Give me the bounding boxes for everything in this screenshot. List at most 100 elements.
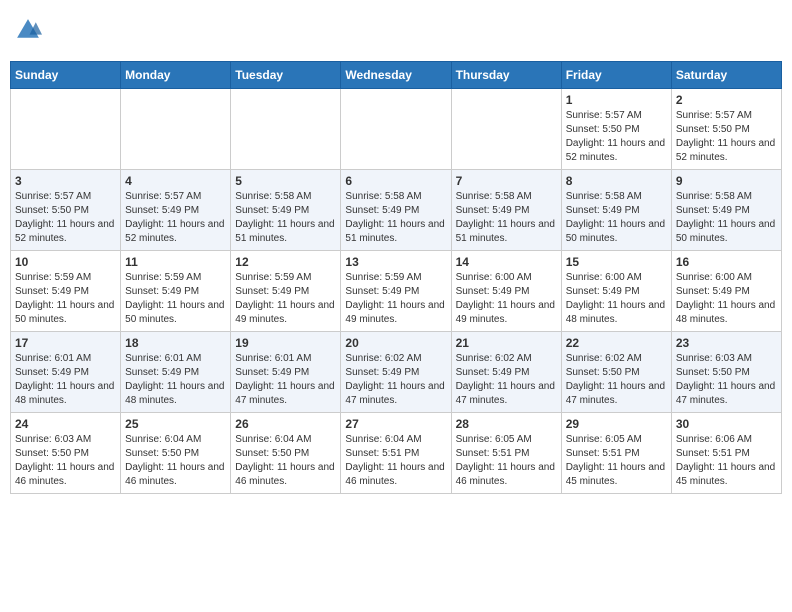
calendar-header-row: SundayMondayTuesdayWednesdayThursdayFrid…: [11, 62, 782, 89]
day-info: Sunrise: 6:01 AM Sunset: 5:49 PM Dayligh…: [15, 352, 116, 408]
calendar-cell: 8 Sunrise: 5:58 AM Sunset: 5:49 PM Daylig…: [561, 170, 671, 251]
day-info: Sunrise: 5:58 AM Sunset: 5:49 PM Dayligh…: [345, 190, 446, 246]
day-number: 16: [676, 255, 777, 269]
calendar-cell: 14Sunrise: 6:00 AM Sunset: 5:49 PM Dayli…: [451, 251, 561, 332]
day-number: 23: [676, 336, 777, 350]
calendar-cell: 22Sunrise: 6:02 AM Sunset: 5:50 PM Dayli…: [561, 332, 671, 413]
calendar-header-tuesday: Tuesday: [231, 62, 341, 89]
day-info: Sunrise: 6:02 AM Sunset: 5:49 PM Dayligh…: [456, 352, 557, 408]
calendar-cell: [341, 89, 451, 170]
calendar-cell: [11, 89, 121, 170]
day-number: 25: [125, 417, 226, 431]
calendar-cell: 16Sunrise: 6:00 AM Sunset: 5:49 PM Dayli…: [671, 251, 781, 332]
calendar-week-4: 17 Sunrise: 6:01 AM Sunset: 5:49 PM Dayli…: [11, 332, 782, 413]
day-number: 6: [345, 174, 446, 188]
day-info: Sunrise: 5:57 AM Sunset: 5:49 PM Dayligh…: [125, 190, 226, 246]
day-info: Sunrise: 5:59 AM Sunset: 5:49 PM Dayligh…: [345, 271, 446, 327]
day-number: 17: [15, 336, 116, 350]
day-info: Sunrise: 5:58 AM Sunset: 5:49 PM Dayligh…: [235, 190, 336, 246]
calendar-cell: 10 Sunrise: 5:59 AM Sunset: 5:49 PM Dayli…: [11, 251, 121, 332]
calendar-cell: 17 Sunrise: 6:01 AM Sunset: 5:49 PM Dayli…: [11, 332, 121, 413]
day-info: Sunrise: 6:05 AM Sunset: 5:51 PM Dayligh…: [456, 433, 557, 489]
day-info: Sunrise: 6:02 AM Sunset: 5:49 PM Dayligh…: [345, 352, 446, 408]
day-number: 27: [345, 417, 446, 431]
day-info: Sunrise: 6:04 AM Sunset: 5:51 PM Dayligh…: [345, 433, 446, 489]
day-number: 22: [566, 336, 667, 350]
day-number: 11: [125, 255, 226, 269]
day-number: 7: [456, 174, 557, 188]
day-info: Sunrise: 6:01 AM Sunset: 5:49 PM Dayligh…: [235, 352, 336, 408]
calendar-table: SundayMondayTuesdayWednesdayThursdayFrid…: [10, 61, 782, 494]
day-number: 3: [15, 174, 116, 188]
day-info: Sunrise: 6:06 AM Sunset: 5:51 PM Dayligh…: [676, 433, 777, 489]
calendar-cell: 12 Sunrise: 5:59 AM Sunset: 5:49 PM Dayli…: [231, 251, 341, 332]
day-number: 30: [676, 417, 777, 431]
day-number: 18: [125, 336, 226, 350]
calendar-cell: 9 Sunrise: 5:58 AM Sunset: 5:49 PM Daylig…: [671, 170, 781, 251]
day-info: Sunrise: 6:04 AM Sunset: 5:50 PM Dayligh…: [125, 433, 226, 489]
day-info: Sunrise: 5:58 AM Sunset: 5:49 PM Dayligh…: [676, 190, 777, 246]
day-number: 21: [456, 336, 557, 350]
day-number: 5: [235, 174, 336, 188]
calendar-header-monday: Monday: [121, 62, 231, 89]
calendar-cell: 15 Sunrise: 6:00 AM Sunset: 5:49 PM Dayli…: [561, 251, 671, 332]
calendar-cell: 23 Sunrise: 6:03 AM Sunset: 5:50 PM Dayli…: [671, 332, 781, 413]
calendar-header-wednesday: Wednesday: [341, 62, 451, 89]
calendar-cell: 5 Sunrise: 5:58 AM Sunset: 5:49 PM Daylig…: [231, 170, 341, 251]
day-info: Sunrise: 5:58 AM Sunset: 5:49 PM Dayligh…: [456, 190, 557, 246]
day-info: Sunrise: 6:00 AM Sunset: 5:49 PM Dayligh…: [566, 271, 667, 327]
day-number: 12: [235, 255, 336, 269]
day-number: 15: [566, 255, 667, 269]
calendar-cell: 6 Sunrise: 5:58 AM Sunset: 5:49 PM Daylig…: [341, 170, 451, 251]
day-number: 4: [125, 174, 226, 188]
day-number: 9: [676, 174, 777, 188]
calendar-cell: 11 Sunrise: 5:59 AM Sunset: 5:49 PM Dayli…: [121, 251, 231, 332]
day-info: Sunrise: 5:57 AM Sunset: 5:50 PM Dayligh…: [676, 109, 777, 165]
day-number: 24: [15, 417, 116, 431]
calendar-week-3: 10 Sunrise: 5:59 AM Sunset: 5:49 PM Dayli…: [11, 251, 782, 332]
calendar-cell: 19Sunrise: 6:01 AM Sunset: 5:49 PM Dayli…: [231, 332, 341, 413]
day-number: 29: [566, 417, 667, 431]
calendar-header-friday: Friday: [561, 62, 671, 89]
calendar-cell: 24 Sunrise: 6:03 AM Sunset: 5:50 PM Dayli…: [11, 413, 121, 494]
calendar-week-5: 24 Sunrise: 6:03 AM Sunset: 5:50 PM Dayli…: [11, 413, 782, 494]
calendar-header-sunday: Sunday: [11, 62, 121, 89]
day-info: Sunrise: 6:03 AM Sunset: 5:50 PM Dayligh…: [676, 352, 777, 408]
calendar-cell: 29 Sunrise: 6:05 AM Sunset: 5:51 PM Dayli…: [561, 413, 671, 494]
day-info: Sunrise: 6:03 AM Sunset: 5:50 PM Dayligh…: [15, 433, 116, 489]
calendar-header-saturday: Saturday: [671, 62, 781, 89]
logo: [14, 16, 44, 49]
calendar-cell: 26Sunrise: 6:04 AM Sunset: 5:50 PM Dayli…: [231, 413, 341, 494]
calendar-cell: 20 Sunrise: 6:02 AM Sunset: 5:49 PM Dayli…: [341, 332, 451, 413]
calendar-cell: 1Sunrise: 5:57 AM Sunset: 5:50 PM Daylig…: [561, 89, 671, 170]
day-info: Sunrise: 5:59 AM Sunset: 5:49 PM Dayligh…: [235, 271, 336, 327]
day-info: Sunrise: 5:58 AM Sunset: 5:49 PM Dayligh…: [566, 190, 667, 246]
calendar-cell: 2 Sunrise: 5:57 AM Sunset: 5:50 PM Daylig…: [671, 89, 781, 170]
day-number: 26: [235, 417, 336, 431]
calendar-cell: 21 Sunrise: 6:02 AM Sunset: 5:49 PM Dayli…: [451, 332, 561, 413]
day-number: 8: [566, 174, 667, 188]
calendar-cell: [231, 89, 341, 170]
day-number: 14: [456, 255, 557, 269]
day-number: 20: [345, 336, 446, 350]
day-info: Sunrise: 5:59 AM Sunset: 5:49 PM Dayligh…: [15, 271, 116, 327]
calendar-cell: 27 Sunrise: 6:04 AM Sunset: 5:51 PM Dayli…: [341, 413, 451, 494]
calendar-cell: 25 Sunrise: 6:04 AM Sunset: 5:50 PM Dayli…: [121, 413, 231, 494]
calendar-cell: 18 Sunrise: 6:01 AM Sunset: 5:49 PM Dayli…: [121, 332, 231, 413]
calendar-cell: 28Sunrise: 6:05 AM Sunset: 5:51 PM Dayli…: [451, 413, 561, 494]
calendar-cell: [121, 89, 231, 170]
day-number: 13: [345, 255, 446, 269]
calendar-cell: 30 Sunrise: 6:06 AM Sunset: 5:51 PM Dayli…: [671, 413, 781, 494]
calendar-header-thursday: Thursday: [451, 62, 561, 89]
logo-icon: [14, 16, 42, 44]
calendar-cell: 13 Sunrise: 5:59 AM Sunset: 5:49 PM Dayli…: [341, 251, 451, 332]
day-number: 10: [15, 255, 116, 269]
day-info: Sunrise: 5:57 AM Sunset: 5:50 PM Dayligh…: [566, 109, 667, 165]
calendar-cell: 4 Sunrise: 5:57 AM Sunset: 5:49 PM Daylig…: [121, 170, 231, 251]
day-info: Sunrise: 6:01 AM Sunset: 5:49 PM Dayligh…: [125, 352, 226, 408]
day-info: Sunrise: 5:59 AM Sunset: 5:49 PM Dayligh…: [125, 271, 226, 327]
day-number: 2: [676, 93, 777, 107]
day-info: Sunrise: 5:57 AM Sunset: 5:50 PM Dayligh…: [15, 190, 116, 246]
day-info: Sunrise: 6:05 AM Sunset: 5:51 PM Dayligh…: [566, 433, 667, 489]
calendar-cell: 3 Sunrise: 5:57 AM Sunset: 5:50 PM Daylig…: [11, 170, 121, 251]
